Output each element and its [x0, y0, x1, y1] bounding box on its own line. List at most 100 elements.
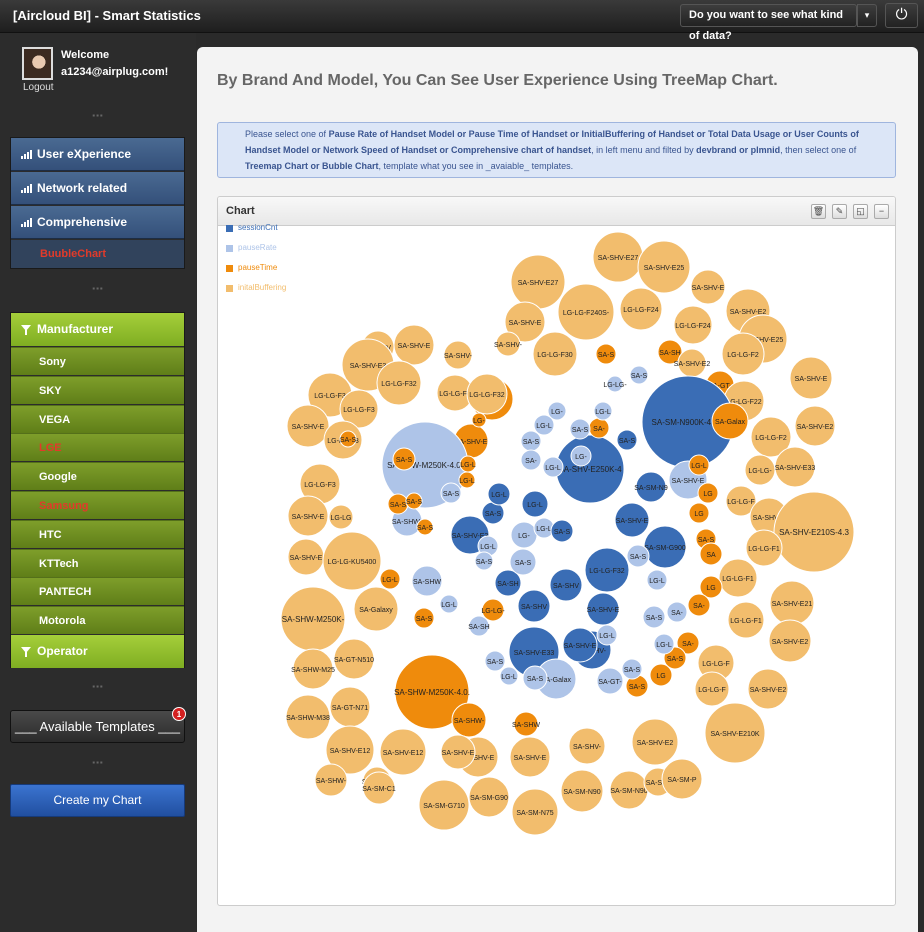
- chevron-down-icon[interactable]: ▾: [857, 4, 877, 27]
- bubble[interactable]: LG-L: [459, 455, 477, 473]
- bubble[interactable]: SA-SHV-E: [509, 736, 551, 778]
- bubble[interactable]: LG-: [547, 401, 567, 421]
- bubble[interactable]: SA-S: [595, 343, 617, 365]
- bubble[interactable]: SA-SHV-E: [789, 356, 833, 400]
- bubble[interactable]: SA-SHW-M38: [285, 694, 331, 740]
- bubble[interactable]: LG-L: [688, 454, 710, 476]
- bubble[interactable]: SA-SHV-E33: [774, 446, 816, 488]
- bubble[interactable]: SA-SHV-E: [440, 734, 476, 770]
- bubble[interactable]: LG-L: [593, 401, 613, 421]
- legend-item[interactable]: initalBuffering: [226, 283, 346, 295]
- bubble[interactable]: LG-LG: [328, 504, 354, 530]
- bubble[interactable]: SA-SM-G90: [468, 776, 510, 818]
- filter-item-motorola[interactable]: Motorola: [11, 606, 184, 635]
- bubble[interactable]: SA-SHW-M25: [291, 648, 335, 690]
- bubble[interactable]: LG-LG-F1: [727, 601, 765, 639]
- bubble[interactable]: SA-SM-N90: [609, 770, 649, 810]
- filter-item-sky[interactable]: SKY: [11, 375, 184, 404]
- bubble[interactable]: LG-LG-F32: [376, 360, 422, 406]
- bubble[interactable]: SA-S: [616, 429, 638, 451]
- bubble[interactable]: SA-SHV-E: [287, 538, 325, 576]
- bubble[interactable]: SA-SHV-E: [287, 495, 329, 537]
- bubble[interactable]: LG: [649, 663, 673, 687]
- filter-item-htc[interactable]: HTC: [11, 519, 184, 548]
- bubble[interactable]: SA-S: [509, 548, 537, 576]
- bubble[interactable]: SA-SHV-E: [286, 404, 330, 448]
- bubble[interactable]: LG-LG-F32: [584, 547, 630, 593]
- bubble[interactable]: LG-LG-F24: [673, 305, 713, 345]
- data-type-dropdown[interactable]: Do you want to see what kind of data?: [680, 4, 857, 42]
- bubble[interactable]: SA-SHV-E: [690, 269, 726, 305]
- bubble[interactable]: SA-SHW-M250K-: [280, 586, 346, 652]
- bubble[interactable]: LG: [688, 502, 710, 524]
- bubble[interactable]: SA-SHV-E2: [747, 668, 789, 710]
- bubble[interactable]: SA-S: [392, 447, 416, 471]
- bubble[interactable]: SA-S: [440, 482, 462, 504]
- bubble[interactable]: SA-SHV-: [568, 727, 606, 765]
- bubble[interactable]: SA-SHV-E2: [631, 718, 679, 766]
- bubble[interactable]: LG-LG-: [603, 375, 627, 393]
- filter-item-samsung[interactable]: Samsung: [11, 491, 184, 519]
- bubble[interactable]: SA-S: [416, 518, 434, 536]
- bubble[interactable]: LG-LG-F240S-: [557, 283, 615, 341]
- bubble[interactable]: LG: [697, 482, 719, 504]
- bubble[interactable]: SA-SHV: [517, 589, 551, 623]
- bubble[interactable]: SA-S: [550, 519, 574, 543]
- bubble[interactable]: LG-L: [542, 456, 564, 478]
- bubble[interactable]: SA-S: [629, 365, 649, 385]
- bubble[interactable]: SA-SHV-E210K: [704, 702, 766, 764]
- bubble[interactable]: SA-S: [569, 418, 591, 440]
- nav-item-comprehensive[interactable]: Comprehensive: [11, 206, 184, 239]
- bubble[interactable]: LG-: [471, 412, 487, 428]
- filter-item-sony[interactable]: Sony: [11, 347, 184, 375]
- bubble[interactable]: SA-SM-N75: [511, 788, 559, 836]
- bubble[interactable]: LG-L: [596, 624, 618, 646]
- bubble[interactable]: SA-SM-P: [661, 758, 703, 800]
- bubble[interactable]: SA-: [520, 449, 542, 471]
- bubble[interactable]: SA-SHV-E: [562, 627, 598, 663]
- nav-item-network-related[interactable]: Network related: [11, 172, 184, 205]
- bubble[interactable]: SA-: [588, 417, 610, 439]
- bubble[interactable]: SA-: [666, 601, 688, 623]
- bubble[interactable]: LG-L: [499, 666, 519, 686]
- bubble[interactable]: LG-LG-F24: [619, 287, 663, 331]
- filter-operator[interactable]: Operator: [11, 635, 184, 668]
- bubble[interactable]: SA-SHW: [512, 711, 540, 737]
- bubble[interactable]: SA-SHV: [549, 568, 583, 602]
- filter-item-google[interactable]: Google: [11, 462, 184, 491]
- create-chart-button[interactable]: Create my Chart: [10, 784, 185, 817]
- bubble[interactable]: SA-GT-N510: [333, 638, 375, 680]
- bubble[interactable]: LG-L: [646, 569, 668, 591]
- nav-item-user-experience[interactable]: User eXperience: [11, 138, 184, 171]
- bubble[interactable]: SA-SHV-E210S-4.3: [773, 491, 855, 573]
- filter-manufacturer[interactable]: Manufacturer: [11, 313, 184, 346]
- bubble[interactable]: SA-S: [520, 430, 542, 452]
- bubble[interactable]: SA-S: [522, 665, 548, 691]
- bubble[interactable]: SA-SHV-E12: [379, 728, 427, 776]
- filter-item-lge[interactable]: LGE: [11, 433, 184, 462]
- bubble[interactable]: SA-SM-N9: [634, 471, 668, 503]
- bubble[interactable]: SA-: [687, 593, 711, 617]
- legend-item[interactable]: sessionCnt: [226, 223, 346, 235]
- bubble[interactable]: SA-S: [626, 544, 650, 568]
- bubble[interactable]: SA-S: [474, 551, 494, 571]
- bubble[interactable]: SA-S: [642, 605, 666, 629]
- bubble[interactable]: LG-L: [439, 594, 459, 614]
- bubble[interactable]: SA-SHV-E: [586, 592, 620, 626]
- bubble[interactable]: SA-SHV-E2: [768, 619, 812, 663]
- legend-item[interactable]: pauseTime: [226, 263, 346, 275]
- bubble[interactable]: SA-S: [339, 430, 357, 448]
- filter-item-vega[interactable]: VEGA: [11, 404, 184, 433]
- bubble[interactable]: SA-SHW-: [451, 702, 487, 738]
- bubble[interactable]: SA-SHV-: [443, 340, 473, 370]
- bubble[interactable]: SA-SHV-E27: [510, 254, 566, 310]
- bubble[interactable]: SA-SM-G900: [643, 525, 687, 569]
- bubble[interactable]: LG-: [570, 445, 592, 467]
- bubble[interactable]: SA-SHV-E27: [592, 231, 644, 283]
- logout-link[interactable]: Logout: [23, 82, 54, 93]
- bubble[interactable]: SA-SHV-E25: [637, 240, 691, 294]
- bubble[interactable]: SA-SHV-E2: [794, 405, 836, 447]
- bubble[interactable]: LG-L: [521, 490, 549, 518]
- bubble[interactable]: LG-L: [487, 482, 511, 506]
- bubble[interactable]: SA-SHV-E: [614, 502, 650, 538]
